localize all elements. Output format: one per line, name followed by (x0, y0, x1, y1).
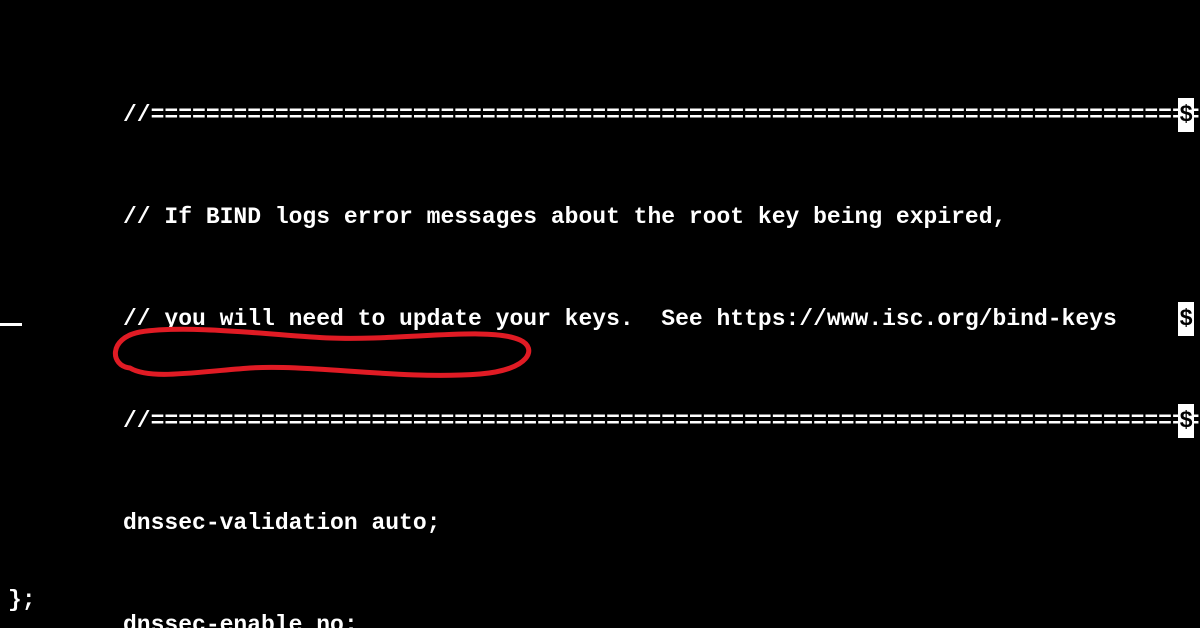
config-line: dnssec-enable no; (0, 608, 1200, 628)
config-line: dnssec-validation auto; (0, 506, 1200, 540)
closing-brace: }; (8, 587, 36, 613)
config-line: //======================================… (0, 98, 1200, 132)
config-file-editor[interactable]: //======================================… (0, 30, 1200, 628)
config-line: //======================================… (0, 404, 1200, 438)
config-line: // If BIND logs error messages about the… (0, 200, 1200, 234)
config-line: // you will need to update your keys. Se… (0, 302, 1200, 336)
